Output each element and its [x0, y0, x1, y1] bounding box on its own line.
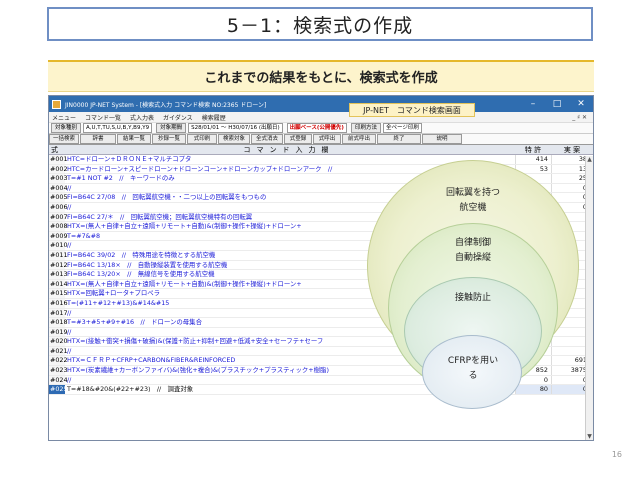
type-label: 対象種別: [51, 123, 82, 133]
subtitle-banner: これまでの結果をもとに、検索式を作成: [48, 60, 594, 92]
row-number: #005: [49, 193, 68, 202]
header-patent: 特 許: [524, 146, 542, 154]
print-field[interactable]: 全ページ印刷: [382, 123, 422, 133]
maximize-icon[interactable]: □: [545, 96, 569, 112]
label-cfrp-2: る: [468, 371, 478, 381]
exit-button[interactable]: 終了: [377, 134, 421, 144]
grid-header: 式NO. コマンド入力欄 特 許 実 案: [49, 145, 593, 163]
window-controls: – □ ✕: [521, 96, 593, 112]
menu-item-menu[interactable]: メニュー: [52, 113, 76, 122]
row-number: #007: [49, 212, 68, 222]
scroll-up-icon[interactable]: ▲: [586, 156, 593, 163]
label-autonomous-2: 自動操縦: [454, 253, 491, 263]
header-no: 式NO.: [51, 146, 64, 163]
row-number: #025: [49, 385, 68, 394]
row-number: #024: [49, 375, 68, 385]
batch-search-button[interactable]: 一括検索: [49, 134, 79, 144]
row-number: #010: [49, 241, 68, 250]
patent-count: 414: [515, 155, 551, 164]
row-number: #002: [49, 164, 68, 174]
print-label: 印刷方法: [350, 123, 381, 133]
period-label: 対象期間: [156, 123, 187, 133]
window-titlebar[interactable]: JIN0000 JP-NET System - [検索式入力 コマンド検索 NO…: [49, 96, 593, 112]
period-field[interactable]: S28/01/01 〜 H30/07/16 (出願日): [188, 123, 283, 133]
menu-item-commands[interactable]: コマンド一覧: [85, 113, 121, 122]
menubar: メニュー コマンド一覧 式入力表 ガイダンス 検索履歴 _ ♯ ✕: [49, 112, 593, 123]
row-number: #019: [49, 327, 68, 337]
row-number: #003: [49, 174, 68, 183]
row-number: #008: [49, 222, 68, 231]
row-number: #006: [49, 202, 68, 212]
screen-callout: JP-NET コマンド検索画面: [349, 103, 475, 117]
window-title: JIN0000 JP-NET System - [検索式入力 コマンド検索 NO…: [65, 101, 267, 109]
header-command: コマンド入力欄: [243, 146, 335, 154]
row-number: #001: [49, 155, 68, 164]
recall-previous-button[interactable]: 前式呼出: [342, 134, 376, 144]
label-rotary-wing-1: 回転翼を持つ: [445, 188, 500, 198]
type-field[interactable]: A,U,T,TU,S,U,B,Y,B9,Y9: [83, 123, 153, 133]
action-toolbar: 一括検索 辞書 結果一覧 抄録一覧 式印刷 検索対象 全式消去 式登録 式呼出 …: [49, 134, 593, 145]
row-number: #011: [49, 250, 68, 260]
row-number: #021: [49, 346, 68, 356]
clear-all-button[interactable]: 全式消去: [251, 134, 283, 144]
row-number: #014: [49, 279, 68, 289]
row-number: #015: [49, 289, 68, 298]
row-number: #016: [49, 298, 68, 308]
close-icon[interactable]: ✕: [569, 96, 593, 112]
vertical-scrollbar[interactable]: ▲ ▼: [585, 156, 593, 440]
menu-item-history[interactable]: 検索履歴: [202, 113, 226, 122]
label-contact-prevention: 接触防止: [454, 293, 491, 303]
dictionary-button[interactable]: 辞書: [80, 134, 116, 144]
search-settings-bar: 対象種別 A,U,T,TU,S,U,B,Y,B9,Y9 対象期間 S28/01/…: [49, 123, 593, 134]
app-icon: [52, 99, 61, 109]
menu-item-guidance[interactable]: ガイダンス: [163, 113, 193, 122]
row-number: #020: [49, 337, 68, 346]
recall-formula-button[interactable]: 式呼出: [313, 134, 341, 144]
patent-count: 80: [515, 385, 551, 394]
help-button[interactable]: 説明: [422, 134, 462, 144]
header-utility: 実 案: [563, 146, 581, 154]
label-cfrp: CFRPを用い る: [418, 354, 528, 384]
label-rotary-wing: 回転翼を持つ 航空機: [418, 186, 528, 216]
row-number: #022: [49, 356, 68, 366]
row-number: #023: [49, 366, 68, 375]
row-number: #012: [49, 260, 68, 270]
row-number: #004: [49, 183, 68, 193]
register-formula-button[interactable]: 式登録: [284, 134, 312, 144]
base-option[interactable]: 出願ベース(公開優先): [286, 123, 347, 133]
label-autonomous: 自律制御 自動操縦: [418, 236, 528, 266]
search-target-button[interactable]: 検索対象: [218, 134, 250, 144]
print-formula-button[interactable]: 式印刷: [187, 134, 217, 144]
slide-title: 5－1：検索式の作成: [47, 7, 593, 41]
row-number: #009: [49, 231, 68, 241]
result-list-button[interactable]: 結果一覧: [117, 134, 151, 144]
row-number: #018: [49, 318, 68, 327]
menu-item-formula-table[interactable]: 式入力表: [130, 113, 154, 122]
abstract-list-button[interactable]: 抄録一覧: [152, 134, 186, 144]
label-rotary-wing-2: 航空機: [459, 203, 487, 213]
label-cfrp-1: CFRPを用い: [447, 356, 499, 366]
scroll-down-icon[interactable]: ▼: [586, 433, 593, 440]
page-number: 16: [611, 450, 622, 459]
table-row[interactable]: #001 HTC=ドローン+ＤＲＯＮＥ+マルチコプタ 414 38: [49, 155, 593, 165]
minimize-icon[interactable]: –: [521, 96, 545, 112]
label-autonomous-1: 自律制御: [454, 238, 491, 248]
row-number: #017: [49, 308, 68, 318]
row-number: #013: [49, 270, 68, 279]
menu-window-controls[interactable]: _ ♯ ✕: [572, 114, 587, 121]
